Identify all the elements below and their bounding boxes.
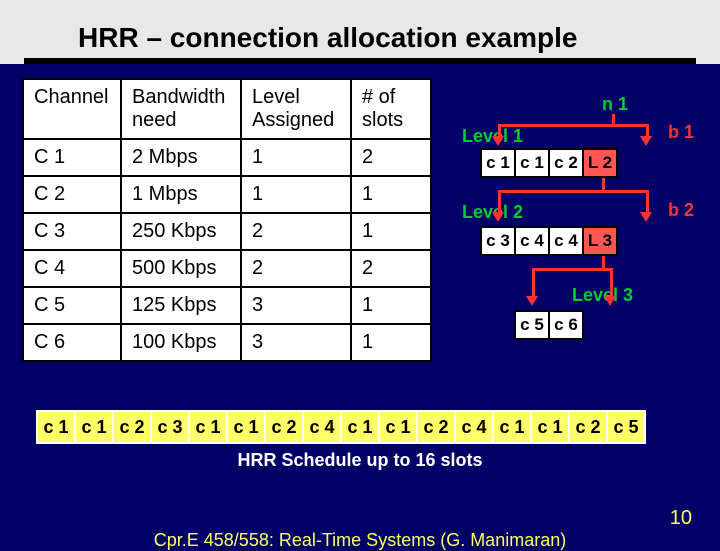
- table-row: C 3250 Kbps21: [23, 213, 431, 250]
- arrowhead-icon: [640, 212, 652, 222]
- arrowhead-icon: [604, 296, 616, 306]
- th-slots: # of slots: [351, 79, 431, 139]
- slot: c 1: [530, 410, 570, 444]
- arrow-connector: [602, 178, 605, 190]
- footer-course: Cpr.E 458/558: Real-Time Systems (G. Man…: [0, 530, 720, 551]
- slot: c 5: [606, 410, 646, 444]
- cell: c 1: [480, 148, 516, 178]
- th-level: Level Assigned: [241, 79, 351, 139]
- table-row: C 21 Mbps11: [23, 176, 431, 213]
- arrow-connector: [532, 268, 535, 298]
- slot: c 1: [74, 410, 114, 444]
- slot: c 1: [36, 410, 76, 444]
- slot: c 2: [264, 410, 304, 444]
- slot: c 1: [340, 410, 380, 444]
- arrow-connector: [610, 268, 613, 298]
- cell: c 4: [514, 226, 550, 256]
- arrowhead-icon: [492, 136, 504, 146]
- arrow-connector: [646, 190, 649, 214]
- slot: c 4: [302, 410, 342, 444]
- slot: c 1: [378, 410, 418, 444]
- level2-cells: c 3 c 4 c 4 L 3: [480, 226, 618, 256]
- arrowhead-icon: [492, 212, 504, 222]
- arrow-connector: [612, 114, 615, 124]
- schedule-caption: HRR Schedule up to 16 slots: [0, 450, 720, 471]
- title-underline: [24, 58, 696, 64]
- slot: c 1: [492, 410, 532, 444]
- b2-label: b 2: [668, 200, 694, 221]
- arrow-connector: [602, 256, 605, 268]
- allocation-table: Channel Bandwidth need Level Assigned # …: [22, 78, 432, 362]
- slot: c 2: [112, 410, 152, 444]
- footer-page: 10: [670, 507, 692, 530]
- slot: c 1: [188, 410, 228, 444]
- arrow-connector: [498, 190, 501, 214]
- th-channel: Channel: [23, 79, 121, 139]
- cell: c 3: [480, 226, 516, 256]
- cell: c 4: [548, 226, 584, 256]
- arrow-connector: [498, 124, 648, 127]
- table-row: C 6100 Kbps31: [23, 324, 431, 361]
- cell-linked: L 3: [582, 226, 618, 256]
- level1-cells: c 1 c 1 c 2 L 2: [480, 148, 618, 178]
- slot: c 2: [416, 410, 456, 444]
- arrow-connector: [532, 268, 612, 271]
- table-row: C 4500 Kbps22: [23, 250, 431, 287]
- cell: c 6: [548, 310, 584, 340]
- arrowhead-icon: [640, 136, 652, 146]
- level3-label: Level 3: [572, 285, 633, 306]
- table-row: C 12 Mbps12: [23, 139, 431, 176]
- cell: c 5: [514, 310, 550, 340]
- th-bandwidth: Bandwidth need: [121, 79, 241, 139]
- table-row: C 5125 Kbps31: [23, 287, 431, 324]
- cell-linked: L 2: [582, 148, 618, 178]
- n1-label: n 1: [602, 94, 628, 115]
- level3-cells: c 5 c 6: [514, 310, 584, 340]
- cell: c 1: [514, 148, 550, 178]
- slot: c 4: [454, 410, 494, 444]
- slot: c 3: [150, 410, 190, 444]
- slot: c 1: [226, 410, 266, 444]
- schedule-strip: c 1 c 1 c 2 c 3 c 1 c 1 c 2 c 4 c 1 c 1 …: [36, 410, 646, 444]
- cell: c 2: [548, 148, 584, 178]
- arrowhead-icon: [526, 296, 538, 306]
- b1-label: b 1: [668, 122, 694, 143]
- slide-title: HRR – connection allocation example: [38, 10, 577, 60]
- slot: c 2: [568, 410, 608, 444]
- arrow-connector: [498, 190, 648, 193]
